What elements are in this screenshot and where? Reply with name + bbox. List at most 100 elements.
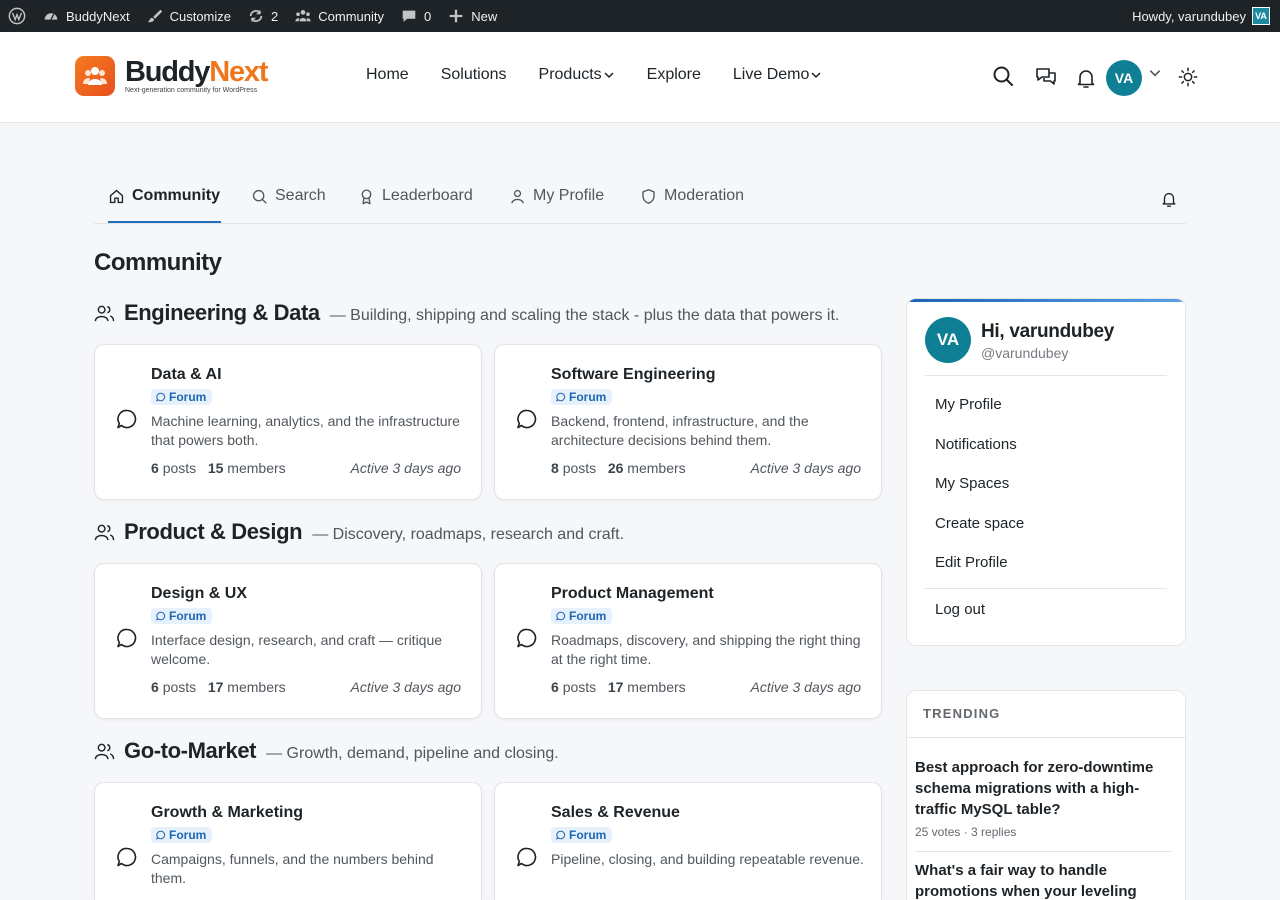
card-description: Interface design, research, and craft — …: [151, 632, 443, 667]
forum-badge: Forum: [551, 389, 613, 405]
section-header-product-design: Product & Design — Discovery, roadmaps, …: [94, 519, 624, 545]
card-stats: 8 posts 26 members: [551, 460, 686, 476]
chat-bubble-icon: [517, 409, 537, 429]
space-card-sales-revenue[interactable]: Sales & Revenue Forum Pipeline, closing,…: [494, 782, 882, 900]
site-name-link[interactable]: BuddyNext: [34, 0, 138, 32]
logout-link[interactable]: Log out: [935, 601, 985, 618]
nav-explore[interactable]: Explore: [647, 66, 701, 84]
user-avatar-button[interactable]: VA: [1106, 60, 1142, 96]
menu-link-my-profile[interactable]: My Profile: [935, 396, 1002, 413]
active-tab-indicator: [108, 221, 221, 223]
space-card-data-ai[interactable]: Data & AI Forum Machine learning, analyt…: [94, 344, 482, 500]
home-icon: [109, 189, 124, 203]
comment-icon: [402, 10, 416, 22]
user-icon: [511, 189, 524, 203]
notifications-bell-icon[interactable]: [1074, 66, 1098, 90]
site-logo[interactable]: BuddyNext Next-generation community for …: [75, 56, 268, 96]
tab-leaderboard[interactable]: Leaderboard: [358, 187, 473, 205]
updates-count: 2: [271, 8, 279, 24]
chevron-down-icon: [811, 72, 821, 79]
messages-icon[interactable]: [1034, 65, 1058, 89]
space-card-design-ux[interactable]: Design & UX Forum Interface design, rese…: [94, 563, 482, 719]
divider: [925, 588, 1167, 589]
forum-badge: Forum: [551, 827, 613, 843]
new-label: New: [471, 8, 498, 24]
chat-bubble-icon: [517, 628, 537, 648]
trending-heading: TRENDING: [923, 706, 1001, 721]
menu-link-edit-profile[interactable]: Edit Profile: [935, 554, 1008, 571]
user-menu-card: VA Hi, varundubey @varundubey My Profile…: [906, 298, 1186, 646]
plus-icon: [449, 9, 463, 23]
section-header-go-to-market: Go-to-Market — Growth, demand, pipeline …: [94, 738, 559, 764]
award-icon: [361, 188, 372, 204]
space-card-growth-marketing[interactable]: Growth & Marketing Forum Campaigns, funn…: [94, 782, 482, 900]
theme-toggle-sun-icon[interactable]: [1177, 66, 1199, 88]
admin-bar: BuddyNext Customize 2 Community 0 New Ho…: [0, 0, 1280, 32]
card-title: Growth & Marketing: [151, 804, 304, 821]
chat-bubble-icon: [117, 628, 137, 648]
card-description: Campaigns, funnels, and the numbers behi…: [151, 851, 434, 886]
card-description: Pipeline, closing, and building repeatab…: [551, 851, 864, 867]
card-last-active: Active 3 days ago: [750, 679, 861, 695]
card-last-active: Active 3 days ago: [350, 460, 461, 476]
section-name: Engineering & Data: [124, 300, 320, 325]
account-menu[interactable]: Howdy, varundubey VA: [1124, 0, 1280, 32]
trending-widget: TRENDING Best approach for zero-downtime…: [906, 690, 1186, 900]
card-accent-bar: [907, 299, 1185, 302]
tab-search[interactable]: Search: [251, 187, 326, 205]
card-title: Data & AI: [151, 366, 222, 383]
logo-tagline: Next-generation community for WordPress: [125, 87, 258, 94]
tab-my-profile[interactable]: My Profile: [509, 187, 604, 205]
people-icon: [94, 305, 115, 321]
chat-bubble-icon: [517, 847, 537, 867]
divider: [907, 737, 1185, 738]
brush-icon: [147, 9, 162, 23]
divider: [915, 851, 1171, 852]
shield-icon: [642, 188, 655, 204]
chat-bubble-icon: [156, 830, 166, 840]
forum-badge: Forum: [151, 389, 213, 405]
refresh-icon: [249, 9, 263, 23]
comments-link[interactable]: 0: [392, 0, 439, 32]
chevron-down-icon[interactable]: [1148, 66, 1162, 80]
search-icon: [252, 189, 267, 204]
avatar[interactable]: VA: [925, 317, 971, 363]
trending-item-title[interactable]: What's a fair way to handle promotions w…: [915, 860, 1175, 900]
search-icon[interactable]: [991, 64, 1015, 88]
updates-link[interactable]: 2: [239, 0, 286, 32]
divider: [925, 375, 1167, 376]
chat-bubble-icon: [117, 847, 137, 867]
customize-label: Customize: [169, 8, 232, 24]
group-icon: [295, 10, 311, 22]
forum-badge: Forum: [151, 827, 213, 843]
menu-link-create-space[interactable]: Create space: [935, 515, 1024, 532]
card-last-active: Active 3 days ago: [750, 460, 861, 476]
menu-link-my-spaces[interactable]: My Spaces: [935, 475, 1009, 492]
nav-solutions[interactable]: Solutions: [441, 66, 507, 84]
main-nav: Home Solutions Products Explore Live Dem…: [366, 66, 854, 84]
card-title: Sales & Revenue: [551, 804, 680, 821]
chat-bubble-icon: [556, 611, 566, 621]
section-name: Go-to-Market: [124, 738, 257, 763]
comments-count: 0: [424, 8, 432, 24]
menu-link-notifications[interactable]: Notifications: [935, 436, 1017, 453]
space-card-software-engineering[interactable]: Software Engineering Forum Backend, fron…: [494, 344, 882, 500]
tab-community[interactable]: Community: [108, 187, 220, 205]
space-card-product-management[interactable]: Product Management Forum Roadmaps, disco…: [494, 563, 882, 719]
section-description: — Building, shipping and scaling the sta…: [329, 307, 840, 324]
chat-bubble-icon: [556, 830, 566, 840]
community-link[interactable]: Community: [286, 0, 392, 32]
nav-live-demo[interactable]: Live Demo: [733, 66, 822, 84]
nav-home[interactable]: Home: [366, 66, 409, 84]
tab-moderation[interactable]: Moderation: [640, 187, 744, 205]
bell-icon[interactable]: [1160, 190, 1178, 208]
user-greeting: Hi, varundubey: [981, 321, 1115, 342]
nav-products[interactable]: Products: [539, 66, 615, 84]
customize-link[interactable]: Customize: [138, 0, 239, 32]
forum-badge: Forum: [151, 608, 213, 624]
new-content-link[interactable]: New: [439, 0, 505, 32]
card-last-active: Active 3 days ago: [350, 679, 461, 695]
card-description: Machine learning, analytics, and the inf…: [151, 413, 460, 448]
trending-item-title[interactable]: Best approach for zero-downtime schema m…: [915, 757, 1175, 820]
wordpress-logo-button[interactable]: [0, 0, 34, 32]
